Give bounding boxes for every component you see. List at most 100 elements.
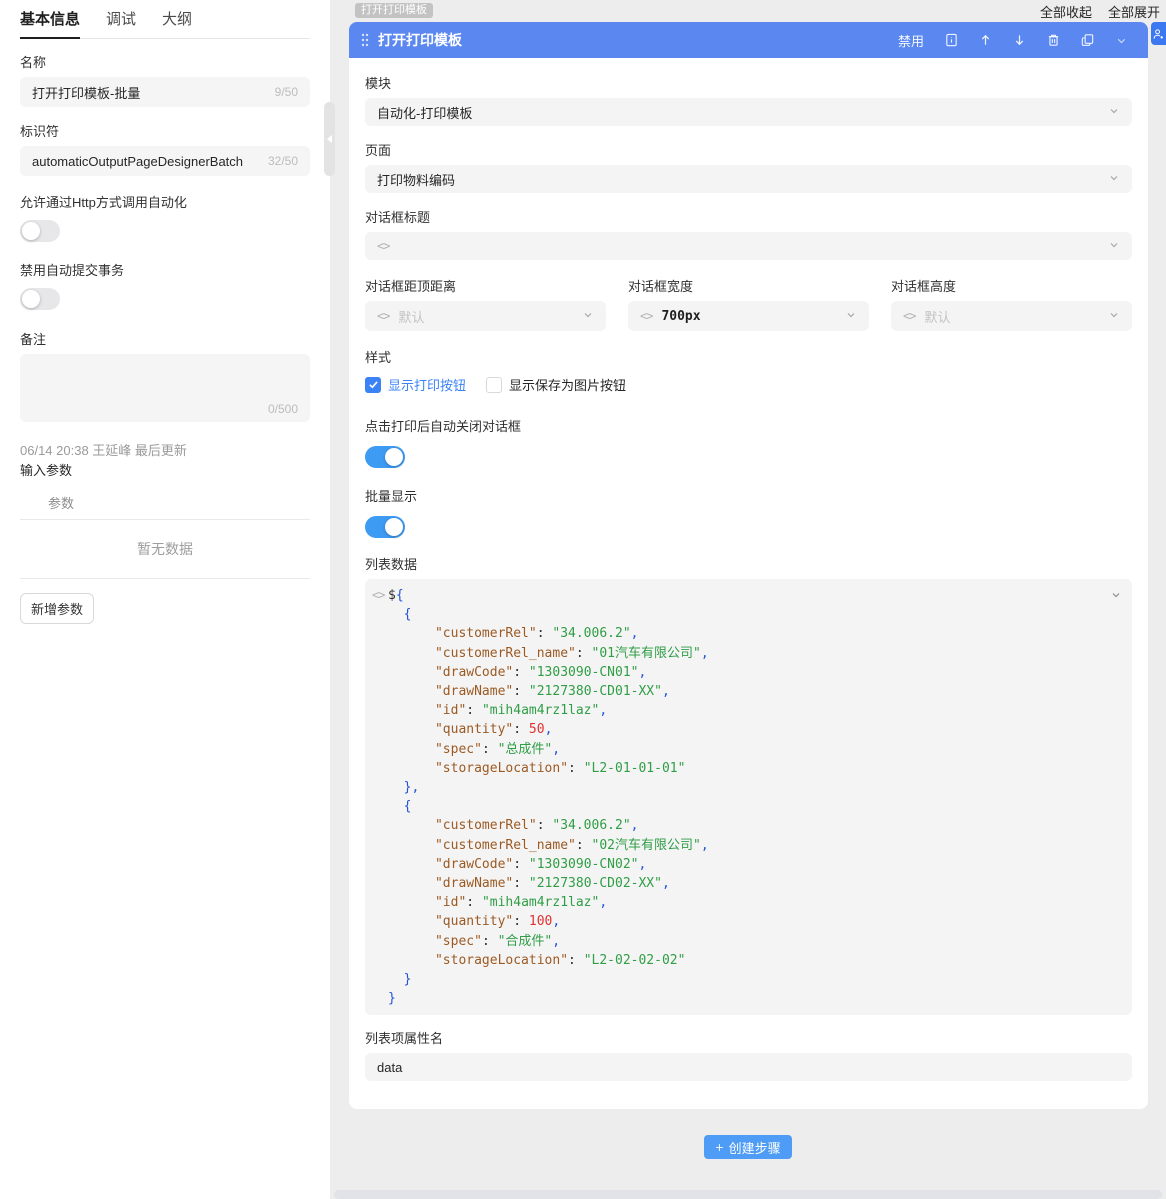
batch-toggle[interactable] [365,516,405,538]
dialog-height-value: 默认 [924,307,1108,326]
main-topbar: 打开打印模板 全部收起 全部展开 [330,0,1166,22]
show-print-button-checkbox[interactable]: 显示打印按钮 [365,375,466,394]
code-icon: <> [640,309,652,323]
code-icon: <> [903,309,915,323]
step-card-header[interactable]: 打开打印模板 禁用 [349,22,1148,58]
delete-step-button[interactable] [1036,28,1070,52]
dialog-width-value: 700px [661,309,845,324]
disable-tx-toggle-label: 禁用自动提交事务 [20,262,310,280]
chevron-down-icon [1108,309,1120,324]
duplicate-step-button[interactable] [1070,28,1104,52]
list-prop-value: data [377,1060,1120,1075]
auto-close-label: 点击打印后自动关闭对话框 [365,418,1132,436]
http-toggle-label: 允许通过Http方式调用自动化 [20,194,310,212]
toggle-knob [385,448,403,466]
create-step-button[interactable]: + 创建步骤 [704,1135,791,1159]
step-actions: 禁用 [898,28,1138,52]
move-up-button[interactable] [968,28,1002,52]
dialog-width-label: 对话框宽度 [628,278,869,296]
params-column-header: 参数 [20,493,310,520]
style-options: 显示打印按钮 显示保存为图片按钮 [365,375,1132,394]
batch-label: 批量显示 [365,488,1132,506]
dialog-top-select[interactable]: <> 默认 [365,301,606,331]
horizontal-scrollbar[interactable] [334,1190,1162,1199]
toggle-knob [22,222,40,240]
chevron-down-icon [1108,172,1120,187]
toggle-knob [22,290,40,308]
dialog-width-select[interactable]: <> 700px [628,301,869,331]
main-canvas: 打开打印模板 全部收起 全部展开 打开打印模板 禁用 [330,0,1166,1199]
checkbox-label: 显示打印按钮 [388,375,466,394]
remark-label: 备注 [20,331,310,349]
identifier-input[interactable]: automaticOutputPageDesignerBatch 32/50 [20,146,310,176]
chevron-down-icon[interactable] [1110,588,1122,606]
person-add-icon [1153,28,1164,40]
list-data-label: 列表数据 [365,556,1132,574]
page-label: 页面 [365,142,1132,160]
chevron-down-icon [1108,239,1120,254]
add-param-button[interactable]: 新增参数 [20,593,94,624]
code-icon: <> [372,588,384,602]
code-icon: <> [377,309,389,323]
chevron-down-icon [845,309,857,324]
disable-tx-toggle[interactable] [20,288,60,310]
page-value: 打印物料编码 [377,170,1108,189]
sidebar-tabs: 基本信息 调试 大纲 [20,0,310,39]
step-form: 模块 自动化-打印模板 页面 打印物料编码 对话框标题 <> [349,58,1148,1109]
dialog-size-row: 对话框距顶距离 <> 默认 对话框宽度 <> 700px [365,278,1132,331]
chevron-left-icon [327,135,332,143]
http-toggle[interactable] [20,220,60,242]
identifier-label: 标识符 [20,123,310,141]
list-data-editor[interactable]: <> ${ { "customerRel": "34.006.2", "cust… [365,579,1132,1015]
last-updated-text: 06/14 20:38 王延峰 最后更新 [20,440,310,459]
disable-step-button[interactable]: 禁用 [898,31,924,50]
sidebar-collapse-handle[interactable] [324,102,335,176]
chevron-down-icon [582,309,594,324]
dialog-top-value: 默认 [398,307,582,326]
drag-handle-icon[interactable] [361,33,369,47]
user-add-badge[interactable] [1151,22,1166,45]
checkbox-icon [486,377,502,393]
dialog-height-select[interactable]: <> 默认 [891,301,1132,331]
dialog-height-label: 对话框高度 [891,278,1132,296]
module-value: 自动化-打印模板 [377,103,1108,122]
style-label: 样式 [365,349,1132,367]
expand-all-link[interactable]: 全部展开 [1108,2,1160,21]
top-links: 全部收起 全部展开 [1040,2,1160,21]
move-down-button[interactable] [1002,28,1036,52]
identifier-value: automaticOutputPageDesignerBatch [32,154,262,169]
dialog-top-label: 对话框距顶距离 [365,278,606,296]
name-counter: 9/50 [275,85,298,99]
checkbox-label: 显示保存为图片按钮 [509,375,626,394]
step-title: 打开打印模板 [378,30,462,50]
identifier-counter: 32/50 [268,154,298,168]
auto-close-toggle[interactable] [365,446,405,468]
note-button[interactable] [934,28,968,52]
name-value: 打开打印模板-批量 [32,83,269,102]
list-prop-input[interactable]: data [365,1053,1132,1081]
code-icon: <> [377,239,389,253]
step-card: 打开打印模板 禁用 [349,22,1148,1109]
page-select[interactable]: 打印物料编码 [365,165,1132,193]
dialog-title-select[interactable]: <> [365,232,1132,260]
toggle-knob [385,518,403,536]
params-empty-text: 暂无数据 [20,520,310,579]
collapse-step-chevron-icon[interactable] [1104,28,1138,52]
code-editor-content[interactable]: ${ { "customerRel": "34.006.2", "custome… [388,586,1102,1008]
tab-basic-info[interactable]: 基本信息 [20,1,80,39]
name-input[interactable]: 打开打印模板-批量 9/50 [20,77,310,107]
create-step-label: 创建步骤 [729,1138,781,1157]
plus-icon: + [715,1139,723,1155]
save-as-image-checkbox[interactable]: 显示保存为图片按钮 [486,375,626,394]
module-select[interactable]: 自动化-打印模板 [365,98,1132,126]
chevron-down-icon [1108,105,1120,120]
dialog-title-label: 对话框标题 [365,209,1132,227]
app: 基本信息 调试 大纲 名称 打开打印模板-批量 9/50 标识符 automat… [0,0,1166,1199]
sidebar: 基本信息 调试 大纲 名称 打开打印模板-批量 9/50 标识符 automat… [0,0,330,1199]
input-params-title: 输入参数 [20,460,310,479]
collapse-all-link[interactable]: 全部收起 [1040,2,1092,21]
tab-outline[interactable]: 大纲 [162,1,192,39]
module-label: 模块 [365,75,1132,93]
tab-debug[interactable]: 调试 [106,1,136,39]
remark-textarea[interactable]: 0/500 [20,354,310,422]
